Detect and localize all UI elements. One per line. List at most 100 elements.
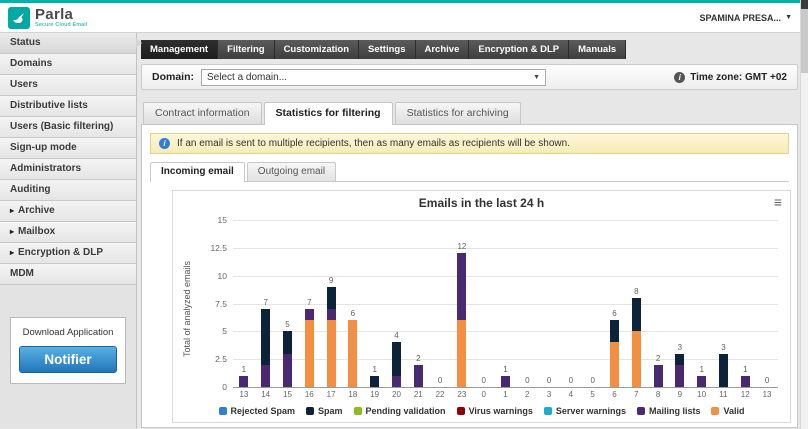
legend-item[interactable]: Spam (306, 406, 343, 416)
main-content: Management Filtering Customization Setti… (137, 33, 808, 428)
bar-segment (610, 320, 619, 343)
legend-item[interactable]: Rejected Spam (218, 406, 295, 416)
expand-arrow-icon: ▸ (10, 227, 15, 236)
notifier-button[interactable]: Notifier (19, 346, 117, 373)
bar-segment (392, 375, 401, 387)
domain-select[interactable]: Select a domain... ▼ (201, 68, 546, 86)
gridline (233, 247, 778, 249)
sidebar-item-label: Archive (18, 205, 55, 216)
nav-tab-filtering[interactable]: Filtering (218, 40, 275, 59)
legend-label: Spam (318, 406, 343, 416)
legend-swatch (353, 407, 362, 415)
sidebar-item-label: MDM (10, 268, 34, 279)
legend-swatch (711, 407, 720, 415)
scrollbar[interactable] (800, 0, 808, 429)
nav-tab-customization[interactable]: Customization (274, 40, 360, 59)
legend-item[interactable]: Pending validation (353, 406, 446, 416)
nav-tab-management[interactable]: Management (141, 40, 219, 59)
sidebar-item-users[interactable]: Users (0, 75, 136, 96)
tab-statistics-for-filtering[interactable]: Statistics for filtering (263, 102, 393, 125)
bar-segment (610, 342, 619, 387)
legend-item[interactable]: Valid (711, 406, 744, 416)
sidebar-item-administrators[interactable]: Administrators (0, 159, 136, 180)
tabs-row: Contract information Statistics for filt… (143, 102, 798, 125)
domain-bar: Domain: Select a domain... ▼ i Time zone… (141, 64, 798, 90)
subtab-incoming-email[interactable]: Incoming email (150, 162, 245, 182)
x-tick-label: 12 (740, 390, 750, 399)
legend-swatch (306, 407, 315, 415)
sidebar-item-mailbox[interactable]: ▸ Mailbox (0, 222, 136, 243)
y-axis-labels: 0 2.5 5 7.5 10 12.5 15 (197, 215, 227, 392)
y-tick-label: 2.5 (215, 354, 227, 365)
legend-item[interactable]: Virus warnings (456, 406, 533, 416)
logo: Parla Secure Cloud Email (8, 6, 88, 29)
sidebar-item-label: Administrators (10, 163, 82, 174)
timezone-text: Time zone: GMT +02 (690, 71, 787, 83)
brand-tagline: Secure Cloud Email (35, 21, 88, 28)
legend-item[interactable]: Server warnings (543, 406, 626, 416)
bar-total-label: 0 (437, 376, 443, 385)
x-tick-label: 20 (392, 390, 401, 399)
scrollbar-thumb[interactable] (801, 9, 808, 73)
gridline (233, 359, 778, 361)
sidebar-item-label: Encryption & DLP (18, 247, 104, 258)
nav-tab-settings[interactable]: Settings (359, 40, 416, 59)
subtab-outgoing-email[interactable]: Outgoing email (246, 162, 337, 181)
download-application-box: Download Application Notifier (10, 317, 126, 384)
bar-segment (740, 375, 750, 387)
x-tick-label: 16 (304, 390, 314, 399)
chart-menu-icon[interactable]: ≡ (774, 195, 782, 209)
expand-arrow-icon: ▸ (10, 248, 15, 257)
nav-tab-archive[interactable]: Archive (415, 40, 470, 59)
account-menu[interactable]: SPAMINA PRESA... ▼ (700, 13, 792, 23)
bar-segment (392, 342, 401, 376)
nav-tab-encryption-dlp[interactable]: Encryption & DLP (469, 40, 570, 59)
sidebar-item-domains[interactable]: Domains (0, 54, 136, 75)
x-tick-label: 13 (239, 390, 249, 399)
bar-total-label: 0 (590, 376, 595, 385)
bar-segment (348, 320, 358, 387)
y-tick-label: 15 (217, 215, 227, 225)
sidebar-item-auditing[interactable]: Auditing (0, 180, 136, 201)
sidebar-item-sign-up-mode[interactable]: Sign-up mode (0, 138, 136, 159)
notice-text: If an email is sent to multiple recipien… (177, 138, 570, 149)
bar-total-label: 8 (634, 286, 639, 296)
chart-title: Emails in the last 24 h (418, 196, 545, 210)
y-tick-label: 7.5 (215, 298, 227, 309)
legend-label: Mailing lists (648, 406, 701, 416)
x-axis-labels: 13 14 15 16 17 18 19 20 21 22 23 0 1 2 3 4 5 6 7 8 9 10 11 12 13 (233, 388, 778, 399)
timezone: i Time zone: GMT +02 (674, 71, 787, 83)
legend-item[interactable]: Mailing lists (636, 406, 701, 416)
bar-segment (653, 364, 663, 387)
bar-segment (457, 320, 467, 387)
x-tick-label: 4 (568, 390, 574, 399)
sidebar-item-mdm[interactable]: MDM (0, 264, 136, 285)
y-tick-label: 12.5 (210, 242, 227, 253)
sidebar-item-users-basic-filtering[interactable]: Users (Basic filtering) (0, 117, 136, 138)
sidebar-item-distributive-lists[interactable]: Distributive lists (0, 96, 136, 117)
bar-total-label: 12 (457, 242, 467, 252)
account-name: SPAMINA PRESA... (699, 12, 782, 23)
x-tick-label: 15 (283, 390, 292, 399)
bar-segment (413, 364, 423, 387)
sidebar-item-label: Distributive lists (10, 100, 88, 111)
sidebar-item-encryption-dlp[interactable]: ▸ Encryption & DLP (0, 243, 136, 264)
bar-total-label: 2 (655, 353, 661, 363)
bar-segment (631, 297, 641, 332)
tab-contract-information[interactable]: Contract information (143, 102, 262, 124)
nav-tab-manuals[interactable]: Manuals (569, 40, 627, 59)
gridline (233, 275, 778, 277)
bar-total-label: 2 (416, 353, 421, 363)
scrollbar-up-button[interactable] (801, 0, 808, 9)
sidebar-item-archive[interactable]: ▸ Archive (0, 201, 136, 222)
sidebar-item-label: Mailbox (18, 226, 56, 237)
bar-segment (261, 364, 271, 387)
bar-total-label: 0 (546, 376, 552, 385)
bar-segment (261, 309, 271, 365)
tab-statistics-for-archiving[interactable]: Statistics for archiving (394, 102, 521, 124)
x-tick-label: 10 (697, 390, 707, 399)
x-tick-label: 1 (503, 390, 508, 399)
bar-segment (283, 353, 292, 387)
sidebar-item-status[interactable]: Status (0, 33, 142, 54)
sidebar: Status Domains Users Distributive lists … (0, 33, 142, 428)
